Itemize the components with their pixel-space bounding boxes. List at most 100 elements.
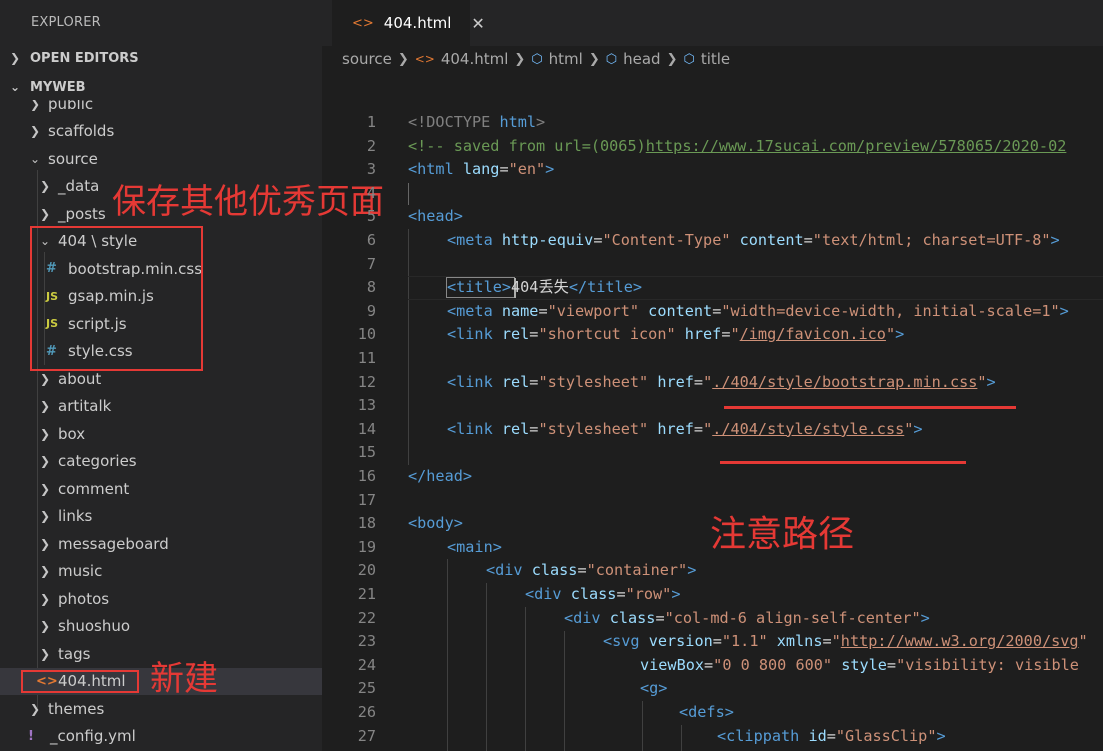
line-number: 8: [366, 278, 376, 297]
code-line-2: <!-- saved from url=(0065)https://www.17…: [408, 135, 1066, 159]
chevron-right-icon: ❯: [39, 454, 51, 469]
tree-folder-photos[interactable]: ❯ photos: [0, 585, 322, 613]
code-token: "row": [625, 585, 672, 603]
code-token: >: [986, 372, 996, 391]
code-token: =: [803, 231, 813, 249]
tree-folder-links[interactable]: ❯ links: [0, 503, 322, 531]
code-line-24: viewBox="0 0 800 600" style="visibility:…: [640, 654, 1079, 678]
project-label: MYWEB: [30, 79, 86, 95]
line-number: 20: [357, 561, 376, 580]
breadcrumb-source[interactable]: source: [342, 50, 392, 68]
line-number: 17: [357, 490, 376, 509]
code-link[interactable]: https://www.17sucai.com/preview/578065/2…: [646, 137, 1067, 155]
project-section[interactable]: ⌄ MYWEB: [0, 73, 322, 101]
code-token: <head>: [408, 207, 463, 226]
element-cube-icon: ⬡: [531, 51, 543, 67]
indent-guide: [408, 229, 409, 465]
line-number: 2: [366, 136, 376, 155]
annotation-path-note: 注意路径: [710, 514, 855, 555]
code-line-12: <link rel="stylesheet" href="./404/style…: [447, 371, 996, 395]
line-number: 9: [366, 301, 376, 320]
code-token: class: [600, 608, 656, 627]
tree-item-label: comment: [58, 479, 130, 498]
chevron-right-icon: ❯: [39, 646, 51, 661]
code-link[interactable]: /img/favicon.ico: [740, 325, 886, 343]
tree-file-config-yml[interactable]: ! _config.yml: [0, 723, 322, 751]
tree-item-label: photos: [58, 589, 110, 608]
code-token: class: [522, 561, 578, 580]
code-token: href: [648, 372, 694, 391]
code-token: "container": [586, 561, 688, 580]
code-line-9: <meta name="viewport" content="width=dev…: [447, 300, 1069, 324]
code-token: "width=device-width, initial-scale=1": [721, 301, 1060, 320]
tree-folder-music[interactable]: ❯ music: [0, 558, 322, 586]
code-token: <html: [408, 160, 454, 179]
code-token: <main>: [447, 537, 502, 556]
code-link[interactable]: http://www.w3.org/2000/svg: [841, 632, 1079, 650]
tree-folder-scaffolds[interactable]: ❯ scaffolds: [0, 118, 322, 146]
tree-folder-artitalk[interactable]: ❯ artitalk: [0, 393, 322, 421]
code-token: <title>: [447, 278, 512, 297]
chevron-right-icon: ❯: [9, 51, 21, 65]
chevron-right-icon: ❯: [29, 100, 41, 111]
code-token: href: [675, 325, 722, 344]
code-token: <body>: [408, 514, 463, 533]
tree-item-label: links: [58, 507, 93, 526]
code-token: <link: [447, 325, 493, 344]
code-line-5: <head>: [408, 205, 463, 229]
code-token: html: [490, 113, 537, 131]
tree-folder-source[interactable]: ⌄ source: [0, 145, 322, 173]
tree-item-label: _data: [58, 177, 100, 196]
code-token: >: [1050, 231, 1060, 249]
tree-item-label: about: [58, 369, 102, 388]
code-token: </head>: [408, 467, 473, 485]
chevron-right-icon: ❯: [39, 619, 51, 634]
explorer-sidebar: EXPLORER ❯ OPEN EDITORS ⌄ MYWEB ❯ public…: [0, 0, 322, 751]
line-number: 3: [366, 160, 376, 179]
code-token: >: [671, 585, 681, 603]
explorer-title: EXPLORER: [31, 15, 101, 30]
chevron-right-icon: ❯: [39, 481, 51, 496]
breadcrumb-head[interactable]: head: [623, 50, 660, 68]
tab-404-html[interactable]: <> 404.html ✕: [332, 0, 485, 46]
code-line-14: <link rel="stylesheet" href="./404/style…: [447, 418, 923, 442]
tree-folder-comment[interactable]: ❯ comment: [0, 475, 322, 503]
line-number: 13: [357, 396, 376, 415]
code-token: name: [492, 301, 539, 320]
code-token: lang: [453, 160, 500, 179]
tree-item-label: categories: [58, 452, 137, 471]
code-token: <div: [486, 561, 523, 580]
code-token: <div: [564, 608, 601, 627]
tree-folder-box[interactable]: ❯ box: [0, 420, 322, 448]
indent-guide: [681, 725, 682, 751]
tree-item-label: box: [58, 424, 86, 443]
code-token: <defs>: [679, 703, 734, 721]
close-icon[interactable]: ✕: [471, 14, 484, 33]
line-number: 21: [357, 585, 376, 603]
breadcrumb-title[interactable]: title: [701, 50, 730, 68]
code-link[interactable]: ./404/style/style.css: [712, 420, 904, 438]
open-editors-section[interactable]: ❯ OPEN EDITORS: [0, 44, 322, 72]
breadcrumb: source ❯ <> 404.html ❯ ⬡ html ❯ ⬡ head ❯…: [342, 46, 730, 72]
code-token: <div: [525, 585, 562, 603]
breadcrumb-file[interactable]: 404.html: [441, 50, 509, 68]
line-number: 16: [357, 467, 376, 485]
tree-folder-messageboard[interactable]: ❯ messageboard: [0, 530, 322, 558]
tree-folder-shuoshuo[interactable]: ❯ shuoshuo: [0, 613, 322, 641]
chevron-right-icon: ❯: [39, 371, 51, 386]
chevron-right-icon: ❯: [39, 536, 51, 551]
tree-folder-public[interactable]: ❯ public: [0, 100, 322, 118]
html-file-icon: <>: [352, 15, 374, 31]
code-token: =: [712, 632, 722, 651]
code-link[interactable]: ./404/style/bootstrap.min.css: [712, 373, 977, 391]
tree-folder-categories[interactable]: ❯ categories: [0, 448, 322, 476]
code-token: <link: [447, 419, 493, 438]
yml-file-icon: !: [28, 728, 34, 744]
code-line-18: <body>: [408, 512, 463, 536]
code-editor[interactable]: 1 2 3 4 5 6 7 8 9 10 11 12 13 14 15 16 1…: [322, 111, 1103, 751]
breadcrumb-html[interactable]: html: [549, 50, 583, 68]
line-number: 1: [366, 113, 376, 131]
code-token: >: [536, 113, 546, 131]
chevron-right-icon: ❯: [397, 51, 409, 67]
tree-item-label: _config.yml: [50, 727, 136, 746]
